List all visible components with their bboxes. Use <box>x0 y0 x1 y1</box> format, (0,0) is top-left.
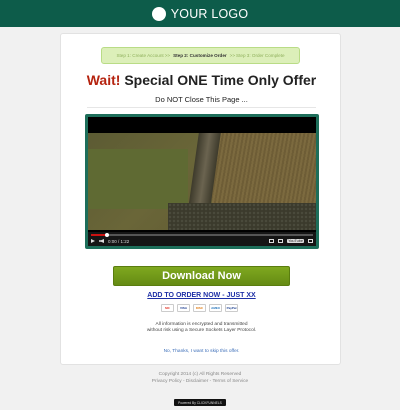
logo-icon <box>151 6 166 21</box>
amex-icon: AMEX <box>209 304 222 312</box>
video-controls: 0:00 / 1:22 YouTube <box>88 232 316 246</box>
youtube-logo[interactable]: YouTube <box>287 239 304 243</box>
footer: Copyright 2014 (c) All Rights Reserved P… <box>0 372 400 385</box>
video-scrubber[interactable] <box>104 233 109 237</box>
discover-icon: DISC <box>193 304 206 312</box>
header-bar: YOUR LOGO <box>0 0 400 27</box>
fullscreen-icon[interactable] <box>308 239 313 243</box>
mastercard-icon: MC <box>161 304 174 312</box>
logo-text: YOUR LOGO <box>170 6 249 21</box>
download-now-button[interactable]: Download Now <box>113 266 290 286</box>
visa-icon: VISA <box>177 304 190 312</box>
play-icon[interactable] <box>91 239 95 243</box>
payment-cards: MC VISA DISC AMEX PayPal <box>161 304 241 313</box>
step-3: Step 3: Order Complete <box>236 53 285 58</box>
security-notice: All information is encrypted and transmi… <box>146 322 257 333</box>
video-player[interactable]: 0:00 / 1:22 YouTube <box>85 114 319 249</box>
captions-icon[interactable] <box>269 239 275 243</box>
divider <box>87 107 316 108</box>
headline-wait: Wait! <box>86 72 121 88</box>
step-2-current: Step 2: Customize Order <box>173 53 227 58</box>
video-thumbnail <box>88 133 316 230</box>
step-1: Step 1: Create Account <box>116 53 164 58</box>
add-to-order-link[interactable]: ADD TO ORDER NOW - JUST XX <box>61 292 342 299</box>
step-separator: >> <box>164 53 171 58</box>
video-progress-bar[interactable] <box>91 233 313 237</box>
offer-card: Step 1: Create Account >> Step 2: Custom… <box>60 33 341 365</box>
headline-rest: Special ONE Time Only Offer <box>124 72 317 88</box>
subheadline: Do NOT Close This Page ... <box>155 95 248 104</box>
settings-icon[interactable] <box>278 239 284 243</box>
powered-by-badge[interactable]: Powered By CLICKFUNNELS <box>174 399 226 406</box>
progress-steps: Step 1: Create Account >> Step 2: Custom… <box>101 47 300 64</box>
page-title: Wait! Special ONE Time Only Offer <box>61 72 342 88</box>
video-time: 0:00 / 1:22 <box>108 238 130 244</box>
volume-icon[interactable] <box>99 239 104 243</box>
step-separator: >> <box>229 53 236 58</box>
paypal-icon: PayPal <box>225 304 238 312</box>
video-frame[interactable]: 0:00 / 1:22 YouTube <box>88 117 316 246</box>
no-thanks-link[interactable]: No, Thanks, I want to skip this offer. <box>61 349 342 354</box>
footer-links[interactable]: Privacy Policy - Disclaimer - Terms of S… <box>0 379 400 386</box>
